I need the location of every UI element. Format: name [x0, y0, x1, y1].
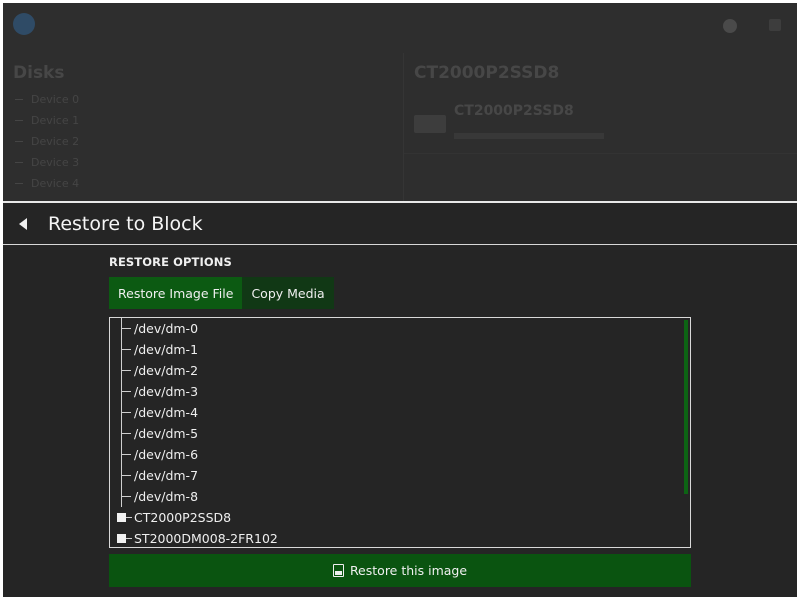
- tree-branch: [122, 349, 131, 350]
- settings-icon: [723, 19, 737, 33]
- device-label: /dev/dm-4: [134, 405, 199, 420]
- disk-list-item: Device 3: [15, 156, 79, 177]
- device-label: /dev/dm-8: [134, 489, 199, 504]
- device-tree-item[interactable]: /dev/dm-2: [110, 360, 690, 381]
- tab-copy-media[interactable]: Copy Media: [242, 277, 334, 309]
- device-label: /dev/dm-3: [134, 384, 199, 399]
- disk-list-item: Device 4: [15, 177, 79, 198]
- menu-icon: [769, 19, 781, 31]
- disks-heading: Disks: [13, 63, 65, 83]
- disk-detail-heading: CT2000P2SSD8: [414, 63, 560, 83]
- restore-options-label: RESTORE OPTIONS: [109, 255, 232, 269]
- background-app: Disks Device 0 Device 1 Device 2 Device …: [3, 3, 797, 201]
- disk-detail-column: CT2000P2SSD8 CT2000P2SSD8: [403, 53, 797, 201]
- app-logo-icon: [13, 13, 35, 35]
- device-label: /dev/dm-2: [134, 363, 199, 378]
- device-tree-item[interactable]: /dev/dm-7: [110, 465, 690, 486]
- disk-detail-meta: [454, 133, 604, 139]
- device-tree-item[interactable]: /dev/dm-8: [110, 486, 690, 507]
- disk-icon: [414, 115, 446, 133]
- device-tree-item[interactable]: /dev/dm-6: [110, 444, 690, 465]
- disk-detail-name: CT2000P2SSD8: [454, 103, 574, 119]
- device-label: /dev/dm-7: [134, 468, 199, 483]
- device-tree-item[interactable]: /dev/dm-0: [110, 318, 690, 339]
- tree-branch: [122, 475, 131, 476]
- divider: [404, 153, 797, 154]
- disk-list: Device 0 Device 1 Device 2 Device 3 Devi…: [15, 93, 79, 198]
- device-label: /dev/dm-5: [134, 426, 199, 441]
- restore-options-tabs: Restore Image File Copy Media: [109, 277, 334, 309]
- device-tree-root-item[interactable]: CT2000P2SSD8: [110, 507, 690, 528]
- device-tree-item[interactable]: /dev/dm-5: [110, 423, 690, 444]
- tree-branch: [122, 454, 131, 455]
- tree-branch: [122, 496, 131, 497]
- disk-list-item: Device 1: [15, 114, 79, 135]
- panel-divider-bottom: [3, 244, 797, 245]
- device-tree[interactable]: /dev/dm-0 /dev/dm-1 /dev/dm-2 /dev/dm-3 …: [109, 317, 691, 548]
- tree-branch: [122, 391, 131, 392]
- disk-list-item: Device 0: [15, 93, 79, 114]
- device-label: CT2000P2SSD8: [134, 510, 232, 525]
- disk-list-item: Device 2: [15, 135, 79, 156]
- device-label: /dev/dm-1: [134, 342, 199, 357]
- device-tree-item[interactable]: /dev/dm-1: [110, 339, 690, 360]
- panel-header: Restore to Block: [3, 203, 797, 244]
- chevron-left-icon: [19, 217, 27, 230]
- tree-branch: [126, 538, 132, 539]
- device-label: /dev/dm-6: [134, 447, 199, 462]
- expand-toggle-icon[interactable]: [117, 513, 126, 522]
- disks-column: Disks Device 0 Device 1 Device 2 Device …: [3, 53, 403, 201]
- restore-image-button[interactable]: Restore this image: [109, 554, 691, 587]
- restore-button-label: Restore this image: [349, 563, 468, 578]
- back-button[interactable]: [3, 203, 39, 244]
- panel-title: Restore to Block: [48, 212, 203, 235]
- tree-branch: [122, 412, 131, 413]
- expand-toggle-icon[interactable]: [117, 534, 126, 543]
- save-disk-icon: [332, 564, 344, 577]
- device-tree-item[interactable]: /dev/dm-3: [110, 381, 690, 402]
- device-label: /dev/dm-0: [134, 321, 199, 336]
- tree-branch: [126, 517, 132, 518]
- app-window: Disks Device 0 Device 1 Device 2 Device …: [3, 3, 797, 597]
- device-tree-root-item[interactable]: ST2000DM008-2FR102: [110, 528, 690, 547]
- tab-restore-image-file[interactable]: Restore Image File: [109, 277, 243, 309]
- tree-branch: [122, 328, 131, 329]
- tree-branch: [122, 370, 131, 371]
- device-tree-item[interactable]: /dev/dm-4: [110, 402, 690, 423]
- device-label: ST2000DM008-2FR102: [134, 531, 278, 546]
- device-list-scrollbar[interactable]: [684, 320, 688, 494]
- tree-branch: [122, 433, 131, 434]
